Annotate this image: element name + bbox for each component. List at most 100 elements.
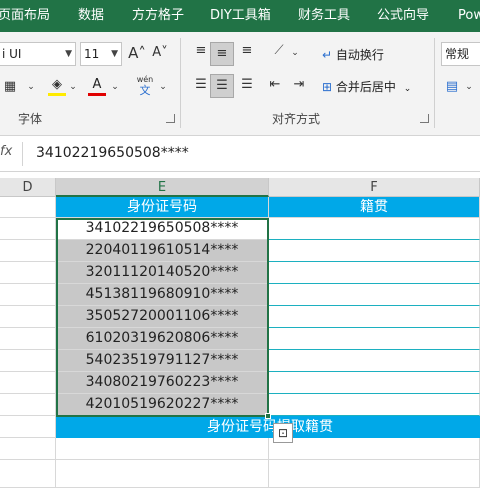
borders-icon[interactable]: ▦	[2, 78, 18, 96]
align-right-icon[interactable]: ☰	[236, 76, 258, 94]
font-color-bar	[88, 93, 106, 96]
formula-input[interactable]: 34102219650508****	[36, 145, 189, 161]
column-header-d[interactable]: D	[0, 178, 56, 197]
chevron-down-icon: ▼	[111, 49, 118, 59]
grid-cell[interactable]	[0, 438, 56, 460]
grid-cell[interactable]	[0, 328, 56, 350]
tab-diy-toolbox[interactable]: DIY工具箱	[210, 0, 271, 32]
font-name-value: i UI	[2, 47, 22, 61]
grid-cell[interactable]	[0, 350, 56, 372]
font-dialog-launcher-icon[interactable]	[166, 114, 175, 123]
column-header-e[interactable]: E	[56, 178, 269, 197]
origin-cell[interactable]	[269, 284, 480, 306]
grid-cell[interactable]	[0, 394, 56, 416]
ribbon-home: i UI ▼ 11 ▼ A˄ A˅ ▦ ⌄ ◈ ⌄ A ⌄ wén 文 ⌄ 字体…	[0, 32, 480, 136]
chevron-down-icon[interactable]: ⌄	[290, 44, 300, 62]
origin-cell[interactable]	[269, 240, 480, 262]
origin-cell[interactable]	[269, 262, 480, 284]
table-row-cell[interactable]: 61020319620806****	[56, 328, 269, 350]
phonetic-guide-button[interactable]: wén 文	[132, 74, 158, 96]
table-row-cell[interactable]: 35052720001106****	[56, 306, 269, 328]
wrap-text-label: 自动换行	[335, 48, 384, 62]
wrap-text-button[interactable]: ↵ 自动换行	[322, 46, 384, 64]
table-row-cell[interactable]: 34080219760223****	[56, 372, 269, 394]
grid-cell[interactable]	[0, 284, 56, 306]
fill-handle[interactable]	[265, 413, 271, 419]
align-middle-icon[interactable]: ≡	[210, 42, 234, 66]
grid-cell[interactable]	[0, 197, 56, 218]
table-row-cell[interactable]: 42010519620227****	[56, 394, 269, 416]
increase-font-button[interactable]: A˄	[127, 44, 147, 62]
tab-power[interactable]: Pow	[458, 0, 480, 32]
origin-cell[interactable]	[269, 328, 480, 350]
group-divider	[180, 38, 181, 128]
accounting-format-icon[interactable]: ▤	[444, 78, 460, 96]
header-cell-origin[interactable]: 籍贯	[269, 197, 480, 218]
grid-cell[interactable]	[56, 460, 269, 488]
origin-cell[interactable]	[269, 218, 480, 240]
grid-cell[interactable]	[0, 416, 56, 438]
quick-analysis-icon[interactable]: ⊡	[273, 423, 293, 443]
worksheet-grid[interactable]: 身份证号码 籍贯 34102219650508**** 220401196105…	[0, 197, 480, 488]
tab-data[interactable]: 数据	[78, 0, 104, 32]
tab-formula-wizard[interactable]: 公式向导	[377, 0, 429, 32]
formula-bar: fx 34102219650508****	[0, 136, 480, 172]
grid-cell[interactable]	[0, 218, 56, 240]
table-row-cell[interactable]: 32011120140520****	[56, 262, 269, 284]
grid-cell[interactable]	[0, 262, 56, 284]
column-header-f[interactable]: F	[269, 178, 480, 197]
tab-finance-tools[interactable]: 财务工具	[298, 0, 350, 32]
chevron-down-icon[interactable]: ⌄	[26, 78, 36, 96]
font-color-button[interactable]: A	[88, 76, 106, 96]
grid-cell[interactable]	[269, 460, 480, 488]
origin-cell[interactable]	[269, 306, 480, 328]
banner-text: 身份证号码提取籍贯	[207, 419, 333, 435]
wrap-text-icon: ↵	[322, 48, 333, 62]
tab-fangfang[interactable]: 方方格子	[132, 0, 184, 32]
font-color-icon: A	[92, 77, 102, 92]
grid-cell[interactable]	[56, 438, 269, 460]
font-size-select[interactable]: 11 ▼	[80, 42, 122, 66]
decrease-indent-icon[interactable]: ⇤	[264, 76, 286, 94]
header-cell-id[interactable]: 身份证号码	[56, 197, 269, 218]
origin-cell[interactable]	[269, 372, 480, 394]
number-format-select[interactable]: 常规	[441, 42, 480, 66]
decrease-font-button[interactable]: A˅	[150, 44, 170, 62]
grid-cell[interactable]	[0, 372, 56, 394]
align-top-icon[interactable]: ≡	[190, 42, 212, 60]
group-divider	[434, 38, 435, 128]
table-row-cell[interactable]: 54023519791127****	[56, 350, 269, 372]
origin-cell[interactable]	[269, 350, 480, 372]
ribbon-tab-bar: 页面布局 数据 方方格子 DIY工具箱 财务工具 公式向导 Pow	[0, 0, 480, 32]
font-size-value: 11	[84, 47, 100, 61]
align-left-icon[interactable]: ☰	[190, 76, 212, 94]
merge-center-button[interactable]: ⊞ 合并后居中 ⌄	[322, 78, 411, 98]
align-center-icon[interactable]: ☰	[210, 74, 234, 98]
phonetic-bottom-text: 文	[139, 84, 151, 97]
grid-cell[interactable]	[269, 438, 480, 460]
orientation-icon[interactable]: ⟋	[268, 42, 290, 60]
chevron-down-icon[interactable]: ⌄	[110, 78, 120, 96]
formula-divider	[22, 142, 23, 166]
table-row-cell[interactable]: 22040119610514****	[56, 240, 269, 262]
number-format-value: 常规	[445, 47, 470, 61]
font-name-select[interactable]: i UI ▼	[0, 42, 76, 66]
alignment-dialog-launcher-icon[interactable]	[420, 114, 429, 123]
fill-color-button[interactable]: ◈	[48, 76, 66, 96]
fx-icon[interactable]: fx	[0, 144, 14, 159]
increase-indent-icon[interactable]: ⇥	[288, 76, 310, 94]
chevron-down-icon: ⌄	[403, 84, 412, 94]
chevron-down-icon[interactable]: ⌄	[68, 78, 78, 96]
title-banner[interactable]: 身份证号码提取籍贯	[56, 416, 480, 438]
alignment-group-label: 对齐方式	[272, 112, 321, 126]
origin-cell[interactable]	[269, 394, 480, 416]
table-row-cell[interactable]: 34102219650508****	[56, 218, 269, 240]
align-bottom-icon[interactable]: ≡	[236, 42, 258, 60]
grid-cell[interactable]	[0, 306, 56, 328]
chevron-down-icon[interactable]: ⌄	[158, 78, 168, 96]
table-row-cell[interactable]: 45138119680910****	[56, 284, 269, 306]
grid-cell[interactable]	[0, 460, 56, 488]
grid-cell[interactable]	[0, 240, 56, 262]
tab-page-layout[interactable]: 页面布局	[0, 0, 50, 32]
chevron-down-icon[interactable]: ⌄	[464, 78, 474, 96]
